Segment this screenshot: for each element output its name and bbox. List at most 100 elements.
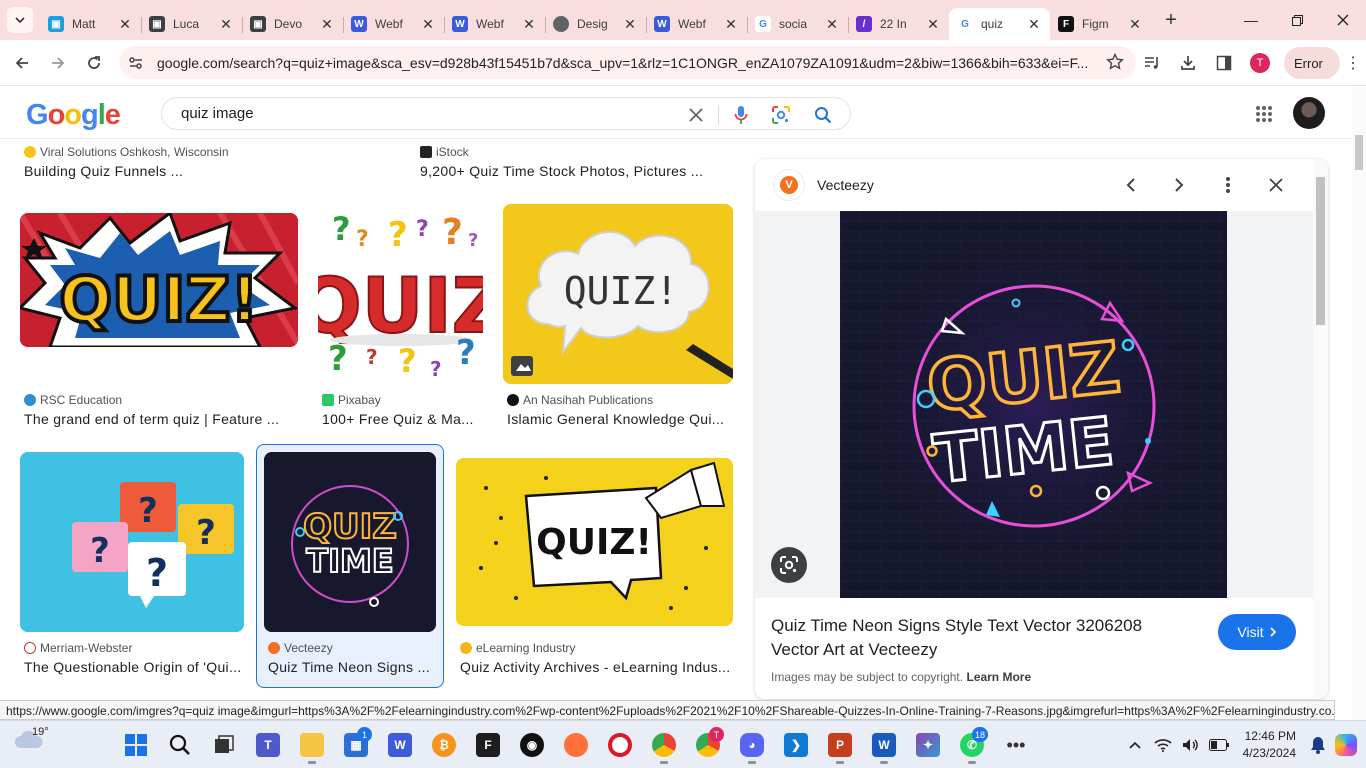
result-image-pixabay[interactable]: ? ? ? ? ? ? QUIZ ? ? ? ? ? — [318, 204, 483, 384]
wifi-button[interactable] — [1151, 733, 1175, 757]
back-button[interactable] — [5, 46, 39, 80]
browser-tab[interactable]: Gsocia ✕ — [747, 8, 848, 40]
result-title[interactable]: 9,200+ Quiz Time Stock Photos, Pictures … — [420, 163, 720, 179]
powerpoint-app[interactable]: P — [820, 725, 860, 765]
webflow-app[interactable]: W — [380, 725, 420, 765]
file-explorer-app[interactable] — [292, 725, 332, 765]
browser-tab[interactable]: ▣ Devo ✕ — [242, 8, 343, 40]
result-title[interactable]: Islamic General Knowledge Qui... — [507, 411, 729, 427]
result-image-vecteezy[interactable]: QUIZ TIME — [264, 452, 436, 632]
chrome-app[interactable] — [644, 725, 684, 765]
result-source[interactable]: An Nasihah Publications — [507, 393, 653, 407]
battery-button[interactable] — [1207, 733, 1231, 757]
google-logo[interactable]: Google — [26, 99, 121, 132]
side-panel-button[interactable] — [1206, 46, 1242, 80]
preview-title[interactable]: Quiz Time Neon Signs Style Text Vector 3… — [771, 614, 1181, 662]
next-image-button[interactable] — [1167, 173, 1191, 197]
error-button[interactable]: Error — [1284, 47, 1340, 79]
bitcoin-app[interactable]: ₿ — [424, 725, 464, 765]
result-title[interactable]: The grand end of term quiz | Feature ... — [24, 411, 296, 427]
image-search-button[interactable] — [770, 104, 792, 126]
close-tab-icon[interactable]: ✕ — [925, 16, 941, 32]
result-image-elearning[interactable]: QUIZ! — [456, 458, 733, 626]
result-source[interactable]: iStock — [420, 145, 469, 159]
site-name[interactable]: Vecteezy — [817, 177, 874, 193]
whatsapp-app[interactable]: ✆ 18 — [952, 725, 992, 765]
close-tab-icon[interactable]: ✕ — [420, 16, 436, 32]
opera-app[interactable] — [600, 725, 640, 765]
restore-button[interactable] — [1274, 0, 1320, 40]
discord-app[interactable]: ◕ — [732, 725, 772, 765]
browser-tab[interactable]: Gquiz ✕ — [949, 8, 1050, 40]
close-tab-icon[interactable]: ✕ — [824, 16, 840, 32]
result-title[interactable]: Quiz Time Neon Signs ... — [268, 659, 434, 675]
clear-search-button[interactable] — [685, 104, 707, 126]
result-image-nasihah[interactable]: QUIZ! — [503, 204, 733, 384]
tab-search-button[interactable] — [7, 7, 33, 33]
notifications-button[interactable] — [1306, 733, 1330, 757]
teams-app[interactable]: T — [248, 725, 288, 765]
voice-search-button[interactable] — [730, 104, 752, 126]
close-tab-icon[interactable]: ✕ — [1026, 16, 1042, 32]
browser-tab[interactable]: F Figm ✕ — [1050, 8, 1151, 40]
firefox-app[interactable] — [556, 725, 596, 765]
close-tab-icon[interactable]: ✕ — [521, 16, 537, 32]
result-title[interactable]: The Questionable Origin of 'Qui... — [24, 659, 242, 675]
browser-tab[interactable]: W Webf ✕ — [444, 8, 545, 40]
learn-more-link[interactable]: Learn More — [966, 670, 1031, 684]
browser-tab[interactable]: ▣ Luca ✕ — [141, 8, 242, 40]
browser-menu-button[interactable]: ⋮ — [1340, 53, 1366, 73]
bookmark-star-icon[interactable] — [1106, 53, 1124, 71]
browser-tab[interactable]: W Webf ✕ — [343, 8, 444, 40]
browser-tab[interactable]: ▣ Matt ✕ — [40, 8, 141, 40]
result-image-merriam[interactable]: ? ? ? ? — [20, 452, 244, 632]
result-source[interactable]: Merriam-Webster — [24, 641, 132, 655]
forward-button[interactable] — [41, 46, 75, 80]
address-bar[interactable]: google.com/search?q=quiz+image&sca_esv=d… — [119, 46, 1136, 79]
reload-button[interactable] — [77, 46, 111, 80]
search-taskbar-button[interactable] — [160, 725, 200, 765]
chrome-profile-app[interactable]: T — [688, 725, 728, 765]
result-image-rsc[interactable]: QUIZ! — [20, 213, 298, 347]
result-source[interactable]: eLearning Industry — [460, 641, 575, 655]
previous-image-button[interactable] — [1119, 173, 1143, 197]
new-tab-button[interactable]: + — [1157, 6, 1185, 34]
visit-button[interactable]: Visit — [1218, 614, 1296, 650]
result-source[interactable]: Vecteezy — [268, 641, 333, 655]
figma-app[interactable]: F — [468, 725, 508, 765]
result-title[interactable]: 100+ Free Quiz & Ma... — [322, 411, 480, 427]
github-app[interactable]: ◉ — [512, 725, 552, 765]
page-scrollbar[interactable] — [1352, 87, 1366, 720]
url-text[interactable]: google.com/search?q=quiz+image&sca_esv=d… — [157, 55, 1092, 71]
google-apps-button[interactable] — [1255, 105, 1273, 128]
browser-tab[interactable]: / 22 In ✕ — [848, 8, 949, 40]
word-app[interactable]: W — [864, 725, 904, 765]
result-title[interactable]: Quiz Activity Archives - eLearning Indus… — [460, 659, 732, 675]
page-scroll-thumb[interactable] — [1355, 135, 1363, 170]
copilot-button[interactable] — [1334, 733, 1358, 757]
minimize-button[interactable]: — — [1228, 0, 1274, 40]
close-tab-icon[interactable]: ✕ — [117, 16, 133, 32]
store-app[interactable]: ▦ 1 — [336, 725, 376, 765]
search-inside-image-button[interactable] — [771, 547, 807, 583]
close-tab-icon[interactable]: ✕ — [319, 16, 335, 32]
close-tab-icon[interactable]: ✕ — [723, 16, 739, 32]
weather-widget[interactable]: 19° — [14, 726, 49, 752]
result-source[interactable]: Viral Solutions Oshkosh, Wisconsin — [24, 145, 229, 159]
result-source[interactable]: RSC Education — [24, 393, 122, 407]
profile-button[interactable]: T — [1242, 46, 1278, 80]
search-button[interactable] — [812, 104, 834, 126]
result-source[interactable]: Pixabay — [322, 393, 381, 407]
start-button[interactable] — [116, 725, 156, 765]
close-tab-icon[interactable]: ✕ — [622, 16, 638, 32]
browser-tab[interactable]: Desig ✕ — [545, 8, 646, 40]
clock[interactable]: 12:46 PM 4/23/2024 — [1243, 728, 1296, 762]
media-control-button[interactable] — [1134, 46, 1170, 80]
search-input[interactable] — [181, 105, 661, 122]
downloads-button[interactable] — [1170, 46, 1206, 80]
show-hidden-icons-button[interactable] — [1123, 733, 1147, 757]
close-tab-icon[interactable]: ✕ — [218, 16, 234, 32]
more-options-button[interactable] — [1216, 173, 1240, 197]
account-avatar[interactable] — [1293, 97, 1325, 129]
volume-button[interactable] — [1179, 733, 1203, 757]
